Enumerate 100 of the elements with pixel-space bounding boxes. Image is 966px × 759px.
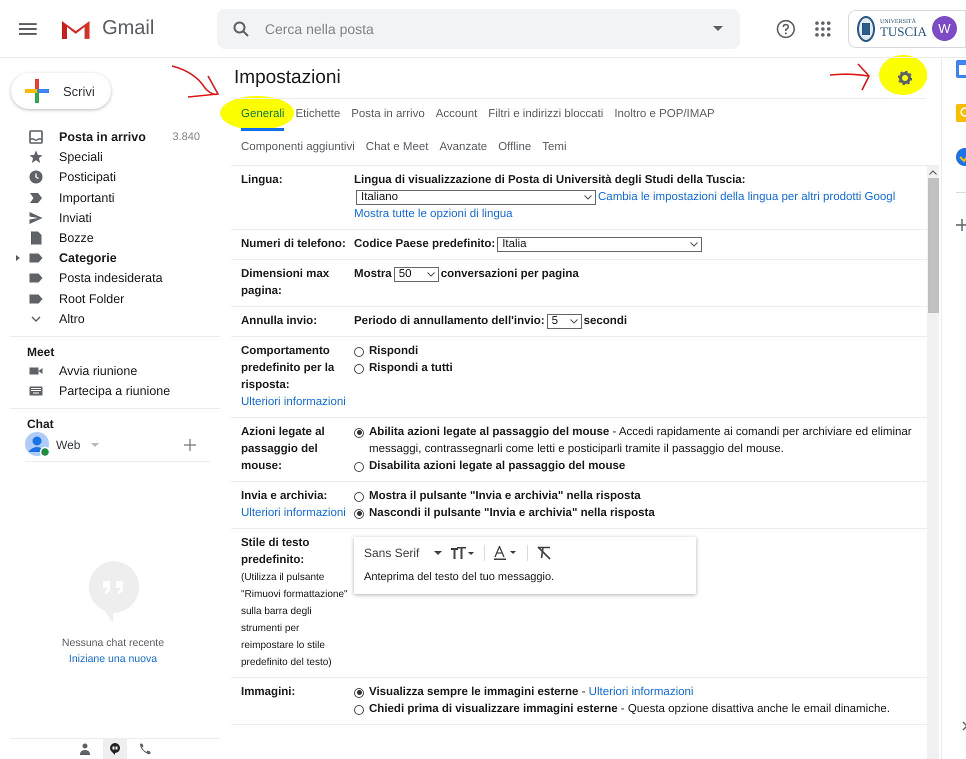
plus-icon[interactable] xyxy=(956,219,966,231)
select-field[interactable]: 50 xyxy=(394,267,439,282)
avatar[interactable]: W xyxy=(932,16,957,41)
user-avatar-icon[interactable] xyxy=(25,432,51,458)
radio-button[interactable] xyxy=(354,346,364,356)
radio-button[interactable] xyxy=(354,364,364,374)
option-text: Rispondi xyxy=(369,344,418,359)
radio-button[interactable] xyxy=(354,688,364,698)
keyboard-icon xyxy=(29,384,43,398)
scrollbar-thumb[interactable] xyxy=(928,178,938,313)
link[interactable]: Cambia le impostazioni della lingua per altri prodotti Googl xyxy=(598,189,896,206)
radio-button[interactable] xyxy=(354,508,364,518)
nav-item[interactable]: Speciali xyxy=(59,150,103,164)
nav-item[interactable]: Root Folder xyxy=(59,292,124,306)
search-input[interactable]: Cerca nella posta xyxy=(262,20,699,38)
org-logo-text: TUSCIA xyxy=(880,25,927,38)
setting-label: Comportamento predefinito per la risposta: xyxy=(241,344,336,393)
setting-label: Azioni legate al passaggio del mouse: xyxy=(241,425,326,474)
nav-item[interactable]: Inviati xyxy=(59,210,92,225)
start-chat-link[interactable]: Iniziane una nuova xyxy=(68,653,158,666)
chevron-icon xyxy=(570,319,578,324)
chat-user-name[interactable]: Web xyxy=(56,438,80,452)
nav-item[interactable]: Importanti xyxy=(59,190,115,205)
link[interactable]: Ulteriori informazioni xyxy=(588,684,694,701)
settings-tab[interactable]: Offline xyxy=(498,133,532,164)
nav-item[interactable]: Altro xyxy=(59,312,85,326)
help-icon[interactable] xyxy=(776,18,796,38)
empty-chat-text: Nessuna chat recente xyxy=(62,637,164,650)
settings-tab[interactable]: Componenti aggiuntivi xyxy=(241,133,355,164)
setting-label: Lingua: xyxy=(241,173,283,188)
settings-tab[interactable]: Inoltro e POP/IMAP xyxy=(614,100,715,131)
star-icon xyxy=(29,150,43,164)
meet-item[interactable]: Avvia riunione xyxy=(59,364,138,378)
label-icon xyxy=(29,251,43,266)
option-text: secondi xyxy=(584,314,628,329)
nav-item[interactable]: Posticipati xyxy=(59,170,116,184)
menu-icon[interactable] xyxy=(19,22,37,34)
search-icon[interactable] xyxy=(232,20,249,36)
hangouts-icon xyxy=(109,743,121,755)
option-text: messaggi, contrassegnarli come letti e posticiparli tramite il passaggio del mouse. xyxy=(369,442,784,457)
text-color-icon[interactable] xyxy=(494,546,518,560)
option-text: Lingua di visualizzazione di Posta di Università degli Studi della Tuscia: xyxy=(354,173,746,188)
arrow-mark xyxy=(829,63,870,91)
page-title: Impostazioni xyxy=(234,67,341,89)
scrollbar[interactable] xyxy=(927,166,939,759)
settings-tab[interactable]: Temi xyxy=(542,133,567,164)
chevron-icon xyxy=(426,272,435,277)
option-text: Codice Paese predefinito: xyxy=(354,237,496,252)
link[interactable]: Mostra tutte le opzioni di lingua xyxy=(354,206,513,223)
radio-button[interactable] xyxy=(354,428,364,438)
radio-button[interactable] xyxy=(354,462,364,472)
nav-item[interactable]: Posta in arrivo xyxy=(59,130,146,144)
label-icon xyxy=(29,292,43,306)
dropdown-caret-icon[interactable] xyxy=(712,26,723,31)
plus-icon xyxy=(25,79,49,103)
dropdown-caret-icon[interactable] xyxy=(434,551,442,555)
settings-tab[interactable]: Posta in arrivo xyxy=(351,100,425,131)
settings-tab[interactable]: Chat e Meet xyxy=(366,133,428,164)
setting-label: Dimensioni max pagina: xyxy=(241,267,330,299)
radio-button[interactable] xyxy=(354,492,364,502)
apps-grid-icon[interactable] xyxy=(815,20,831,36)
radio-button[interactable] xyxy=(354,704,364,714)
option-text: Chiedi prima di visualizzare immagini esterne xyxy=(369,702,618,717)
option-text: conversazioni per pagina xyxy=(440,267,579,282)
settings-tab[interactable]: Account xyxy=(436,100,478,131)
hangouts-tab[interactable] xyxy=(103,739,127,759)
option-text: Disabilita azioni legate al passaggio del mouse xyxy=(369,459,626,474)
settings-tab[interactable]: Filtri e indirizzi bloccati xyxy=(488,100,604,131)
text-size-icon[interactable] xyxy=(451,547,476,559)
select-field[interactable]: 5 xyxy=(546,314,582,329)
settings-tab[interactable]: Avanzate xyxy=(439,133,488,164)
phone-icon[interactable] xyxy=(139,743,151,755)
setting-label: Annulla invio: xyxy=(241,314,318,329)
settings-icon[interactable] xyxy=(898,71,912,85)
select-field[interactable]: Italiano xyxy=(356,190,596,205)
settings-tab[interactable]: Etichette xyxy=(295,100,340,131)
select-field[interactable]: Italia xyxy=(497,237,702,252)
clock-icon xyxy=(29,170,43,184)
meet-item[interactable]: Partecipa a riunione xyxy=(59,384,170,398)
nav-item[interactable]: Bozze xyxy=(59,231,94,246)
search-bar[interactable]: Cerca nella posta xyxy=(216,8,740,48)
app-name: Gmail xyxy=(102,17,156,40)
font-dropdown[interactable]: Sans Serif xyxy=(364,546,426,560)
label-icon xyxy=(29,271,43,286)
nav-item[interactable]: Categorie xyxy=(59,251,117,266)
plus-icon[interactable] xyxy=(184,439,196,452)
option-text: - Accedi rapidamente ai comandi per archiviare ed eliminar xyxy=(611,425,912,440)
section-title: Meet xyxy=(26,344,56,359)
nav-item[interactable]: Posta indesiderata xyxy=(59,271,163,286)
section-title: Chat xyxy=(26,417,55,432)
expand-arrow-icon[interactable] xyxy=(16,255,20,262)
learn-more-link[interactable]: Ulteriori informazioni xyxy=(241,394,346,411)
send-icon xyxy=(29,210,43,225)
option-text: Abilita azioni legate al passaggio del mouse xyxy=(369,425,610,440)
person-icon[interactable] xyxy=(79,743,91,755)
compose-button[interactable]: Scrivi xyxy=(11,73,111,109)
learn-more-link[interactable]: Ulteriori informazioni xyxy=(241,505,346,522)
clear-formatting-icon[interactable] xyxy=(537,546,552,560)
inbox-icon xyxy=(29,130,43,144)
scroll-up-icon[interactable] xyxy=(929,170,937,175)
